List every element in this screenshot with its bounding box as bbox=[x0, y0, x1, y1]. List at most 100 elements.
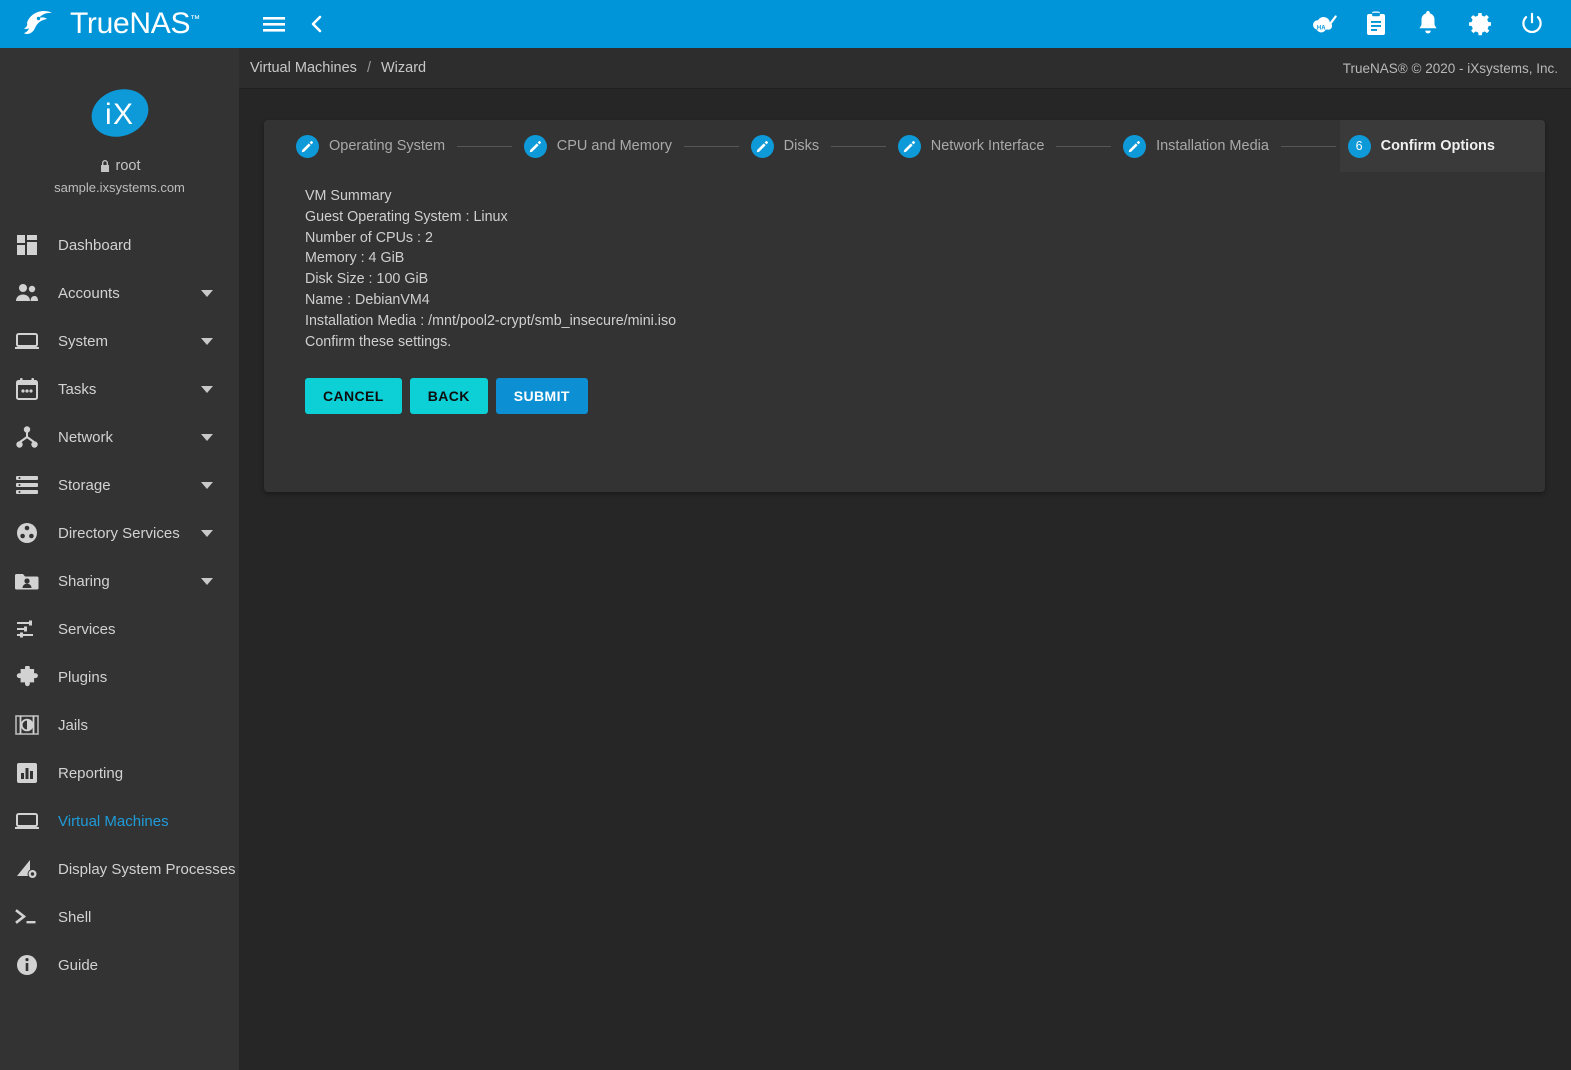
wizard-step-label: Disks bbox=[783, 138, 820, 154]
ha-status-icon[interactable]: HA bbox=[1311, 11, 1337, 37]
wizard-step-confirm-options[interactable]: 6 Confirm Options bbox=[1339, 120, 1545, 172]
summary-disk-size: Disk Size : 100 GiB bbox=[305, 271, 429, 288]
wizard-step-cpu-and-memory[interactable]: CPU and Memory bbox=[516, 120, 680, 172]
lock-icon bbox=[100, 160, 109, 172]
summary-name: Name : DebianVM4 bbox=[305, 291, 430, 308]
sidebar-item-services[interactable]: Services bbox=[0, 605, 239, 653]
sidebar-item-label: Plugins bbox=[58, 668, 108, 686]
wizard-step-label: Confirm Options bbox=[1380, 138, 1495, 154]
summary-installation-media: Installation Media : /mnt/pool2-crypt/sm… bbox=[305, 312, 677, 329]
sidebar-item-directory-services[interactable]: Directory Services bbox=[0, 509, 239, 557]
task-manager-icon[interactable] bbox=[1363, 11, 1389, 37]
breadcrumb-separator: / bbox=[366, 60, 371, 76]
hamburger-menu-icon[interactable] bbox=[261, 11, 287, 37]
info-circle-icon bbox=[12, 950, 42, 980]
processes-gear-icon bbox=[12, 854, 42, 884]
settings-gear-icon[interactable] bbox=[1467, 11, 1493, 37]
cancel-button[interactable]: CANCEL bbox=[305, 378, 402, 415]
wizard-step-disks[interactable]: Disks bbox=[743, 120, 827, 172]
sidebar-item-virtual-machines[interactable]: Virtual Machines bbox=[0, 797, 239, 845]
logged-in-user: root bbox=[0, 158, 239, 174]
edit-pencil-icon bbox=[1123, 134, 1147, 158]
sidebar-item-label: Services bbox=[58, 620, 116, 638]
summary-title: VM Summary bbox=[305, 188, 392, 204]
chevron-down-icon[interactable] bbox=[201, 289, 213, 297]
notifications-icon[interactable] bbox=[1415, 11, 1441, 37]
sidebar-item-label: Accounts bbox=[58, 284, 120, 302]
chevron-left-icon[interactable] bbox=[305, 12, 329, 36]
folder-shared-icon bbox=[12, 566, 42, 596]
summary-confirm-note: Confirm these settings. bbox=[305, 333, 452, 350]
breadcrumb-parent[interactable]: Virtual Machines bbox=[250, 60, 357, 76]
dashboard-icon bbox=[12, 230, 42, 260]
top-app-bar: HA bbox=[239, 0, 1571, 48]
main-navigation: Dashboard Accounts System Tasks Network … bbox=[0, 221, 239, 989]
truenas-wave-logo bbox=[24, 11, 52, 34]
sidebar-item-reporting[interactable]: Reporting bbox=[0, 749, 239, 797]
puzzle-piece-icon bbox=[12, 662, 42, 692]
chevron-down-icon[interactable] bbox=[201, 481, 213, 489]
sidebar-item-label: Sharing bbox=[58, 572, 110, 590]
vm-summary-block: VM Summary Guest Operating System : Linu… bbox=[264, 172, 1545, 352]
terminal-prompt-icon bbox=[12, 902, 42, 932]
wizard-step-label: Network Interface bbox=[930, 138, 1045, 154]
chevron-down-icon[interactable] bbox=[201, 529, 213, 537]
truenas-app-window: TrueNAS™ i X root sample.ixsystems.com D… bbox=[0, 0, 1571, 1070]
network-tree-icon bbox=[12, 422, 42, 452]
summary-guest-os: Guest Operating System : Linux bbox=[305, 208, 508, 225]
back-button[interactable]: BACK bbox=[409, 378, 488, 415]
stepper-connector bbox=[1056, 145, 1112, 147]
sidebar-item-plugins[interactable]: Plugins bbox=[0, 653, 239, 701]
username-label: root bbox=[115, 158, 141, 174]
sidebar-item-storage[interactable]: Storage bbox=[0, 461, 239, 509]
sidebar-item-display-system-processes[interactable]: Display System Processes bbox=[0, 845, 239, 893]
breadcrumb-current: Wizard bbox=[380, 60, 427, 76]
monitor-icon bbox=[12, 806, 42, 836]
chevron-down-icon[interactable] bbox=[201, 337, 213, 345]
hostname-label: sample.ixsystems.com bbox=[54, 180, 185, 195]
copyright-label: TrueNAS® © 2020 - iXsystems, Inc. bbox=[1342, 60, 1558, 76]
summary-memory: Memory : 4 GiB bbox=[305, 250, 405, 267]
edit-pencil-icon bbox=[296, 134, 319, 158]
submit-button[interactable]: SUBMIT bbox=[495, 378, 588, 415]
chevron-down-icon[interactable] bbox=[201, 577, 213, 585]
step-number: 6 bbox=[1355, 139, 1363, 153]
sidebar-item-label: Virtual Machines bbox=[58, 812, 169, 830]
topbar-icon-group: HA bbox=[1311, 11, 1553, 37]
stepper-connector bbox=[457, 145, 512, 147]
breadcrumb: Virtual Machines / Wizard TrueNAS® © 202… bbox=[239, 48, 1571, 89]
wizard-step-installation-media[interactable]: Installation Media bbox=[1115, 120, 1277, 172]
sidebar-item-dashboard[interactable]: Dashboard bbox=[0, 221, 239, 269]
step-number-badge: 6 bbox=[1347, 134, 1371, 158]
chevron-down-icon[interactable] bbox=[201, 385, 213, 393]
main-area: HA Virtual Machines / Wizard TrueNAS® © … bbox=[239, 0, 1571, 1070]
sidebar-item-label: System bbox=[58, 332, 109, 350]
sidebar-item-label: Directory Services bbox=[58, 524, 180, 542]
sidebar-item-sharing[interactable]: Sharing bbox=[0, 557, 239, 605]
sidebar-item-shell[interactable]: Shell bbox=[0, 893, 239, 941]
wizard-step-network-interface[interactable]: Network Interface bbox=[890, 120, 1053, 172]
power-icon[interactable] bbox=[1519, 11, 1545, 37]
vm-wizard-card: Operating System CPU and Memory Disks Ne… bbox=[264, 120, 1545, 492]
sidebar-item-network[interactable]: Network bbox=[0, 413, 239, 461]
svg-text:i: i bbox=[105, 98, 112, 131]
wizard-step-operating-system[interactable]: Operating System bbox=[264, 120, 453, 172]
sidebar-item-guide[interactable]: Guide bbox=[0, 941, 239, 989]
sidebar-item-accounts[interactable]: Accounts bbox=[0, 269, 239, 317]
user-block: i X root sample.ixsystems.com bbox=[0, 48, 239, 195]
brand-name: TrueNAS™ bbox=[70, 7, 200, 40]
chevron-down-icon[interactable] bbox=[201, 433, 213, 441]
wizard-stepper: Operating System CPU and Memory Disks Ne… bbox=[264, 120, 1545, 172]
sidebar-item-label: Reporting bbox=[58, 764, 124, 782]
sidebar-item-jails[interactable]: Jails bbox=[0, 701, 239, 749]
sidebar-item-label: Shell bbox=[58, 908, 92, 926]
wizard-step-label: CPU and Memory bbox=[556, 138, 672, 154]
sidebar-item-tasks[interactable]: Tasks bbox=[0, 365, 239, 413]
sidebar-item-label: Dashboard bbox=[58, 236, 132, 254]
sidebar-item-system[interactable]: System bbox=[0, 317, 239, 365]
trademark-symbol: ™ bbox=[190, 14, 200, 25]
content-region: Operating System CPU and Memory Disks Ne… bbox=[239, 89, 1571, 1070]
brand-logo-bar[interactable]: TrueNAS™ bbox=[0, 0, 239, 48]
ix-systems-logo: i X bbox=[91, 89, 148, 137]
jail-box-icon bbox=[12, 710, 42, 740]
